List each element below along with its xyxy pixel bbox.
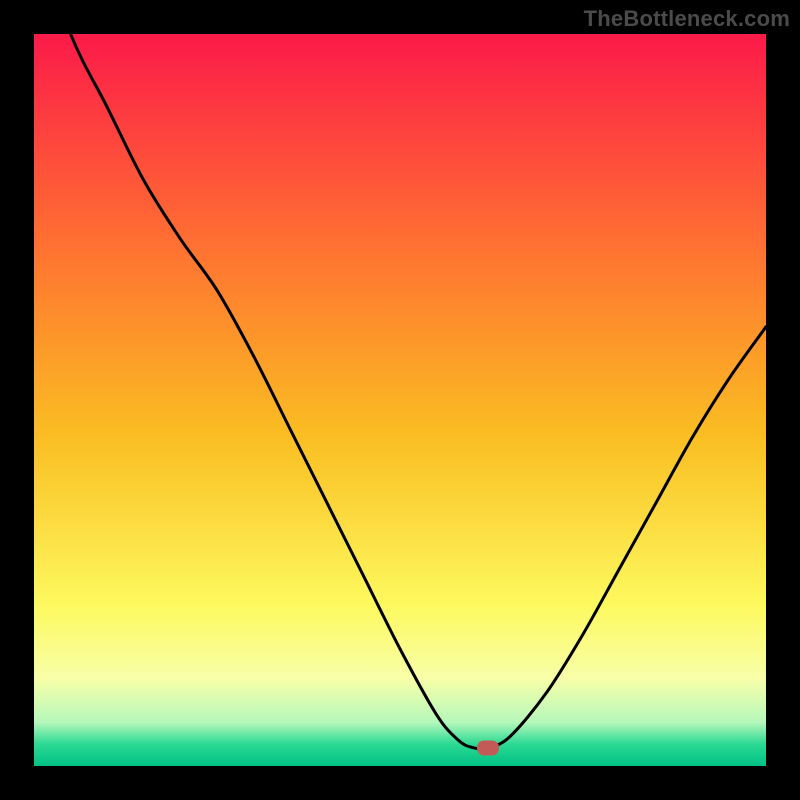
watermark-text: TheBottleneck.com — [584, 6, 790, 32]
chart-frame: { "watermark": "TheBottleneck.com", "col… — [0, 0, 800, 800]
bottleneck-curve — [34, 34, 766, 766]
plot-area — [34, 34, 766, 766]
optimal-marker — [477, 740, 499, 755]
